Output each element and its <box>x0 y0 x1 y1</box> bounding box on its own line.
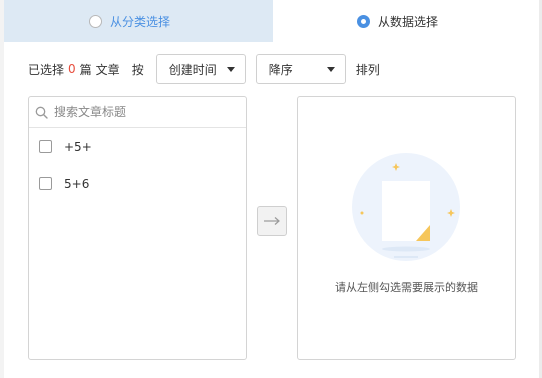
tab-from-data[interactable]: 从数据选择 <box>273 0 542 42</box>
radio-from-data[interactable] <box>357 14 370 28</box>
source-list-panel: +5+ 5+6 <box>28 96 247 360</box>
empty-document-icon <box>352 153 460 261</box>
sort-field-value: 创建时间 <box>168 62 217 77</box>
list-item-label: +5+ <box>64 139 92 154</box>
article-search-input[interactable] <box>54 105 234 119</box>
sort-suffix-label: 排列 <box>355 62 380 77</box>
sort-by-label: 按 <box>131 62 144 77</box>
empty-state-text: 请从左侧勾选需要展示的数据 <box>335 281 478 294</box>
tab-from-category-label: 从分类选择 <box>110 14 171 29</box>
selected-list-panel: 请从左侧勾选需要展示的数据 <box>297 96 516 360</box>
transfer-button[interactable] <box>257 206 287 236</box>
caret-down-icon <box>226 66 235 72</box>
list-item[interactable]: +5+ <box>29 128 246 165</box>
selected-unit: 篇 <box>79 62 92 77</box>
list-item[interactable]: 5+6 <box>29 165 246 202</box>
article-search <box>29 97 246 128</box>
sort-order-value: 降序 <box>268 62 293 77</box>
tab-from-category[interactable]: 从分类选择 <box>4 0 273 42</box>
list-item-label: 5+6 <box>64 176 90 191</box>
sort-field-select[interactable]: 创建时间 <box>155 54 246 84</box>
arrow-right-icon <box>264 217 280 225</box>
select-data-dialog: 从分类选择 从数据选择 已选择 0 篇 文章 按 创建时间 降序 排列 搜索文章… <box>4 0 542 378</box>
item-checkbox[interactable] <box>39 140 52 153</box>
item-checkbox[interactable] <box>39 177 52 190</box>
selected-prefix: 已选择 <box>28 62 65 77</box>
source-tabs: 从分类选择 从数据选择 <box>4 0 542 42</box>
caret-down-icon <box>326 66 335 72</box>
selected-count: 0 <box>68 62 76 76</box>
tab-from-data-label: 从数据选择 <box>378 14 439 29</box>
search-icon <box>35 106 48 119</box>
sort-order-select[interactable]: 降序 <box>255 54 346 84</box>
filter-toolbar: 已选择 0 篇 文章 按 创建时间 降序 排列 <box>28 54 380 84</box>
selected-item-word: 文章 <box>95 62 120 77</box>
radio-from-category[interactable] <box>89 14 102 28</box>
